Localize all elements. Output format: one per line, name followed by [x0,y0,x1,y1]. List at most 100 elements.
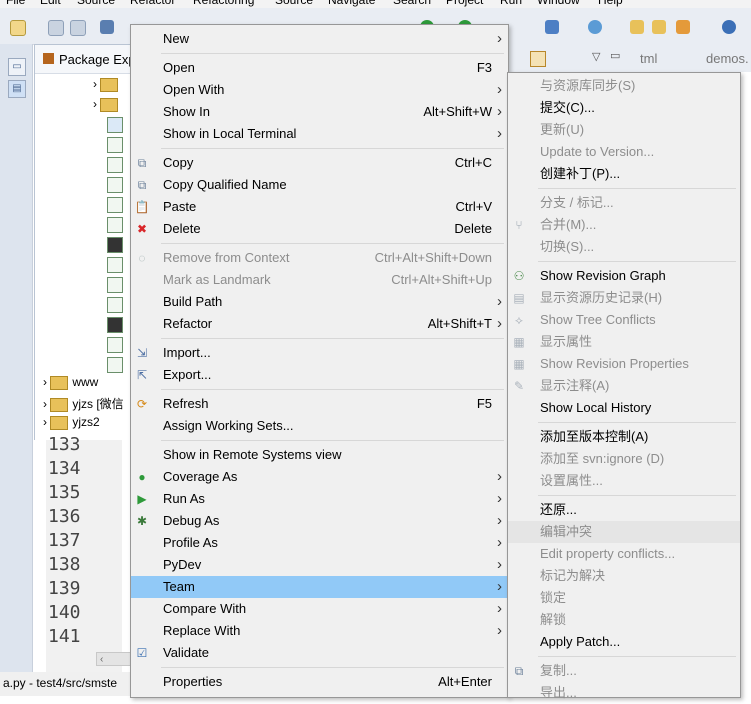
menu-item-label: Mark as Landmark [163,272,271,287]
project-folder-icon [50,397,69,412]
tree-project-www[interactable]: › www [43,375,98,390]
menu-item-coverage-as[interactable]: ● Coverage As › [131,466,508,488]
rocket-icon[interactable] [676,20,690,34]
tree-file[interactable] [107,237,127,253]
menubar-item[interactable]: Help [598,0,623,7]
menu-item-refactor[interactable]: Refactor Alt+Shift+T › [131,313,508,335]
terminal-icon[interactable] [100,20,114,34]
menu-item-import[interactable]: ⇲ Import... [131,342,508,364]
code-editor[interactable]: 133 134 135 136 137 138 139 140 141 [34,434,132,672]
menubar-item[interactable]: Run [500,0,522,7]
tree-file[interactable] [107,317,127,333]
menu-item-shortcut: Ctrl+Alt+Shift+Up [391,272,492,287]
editor-tab-demos[interactable]: demos. [706,51,749,66]
team-item-apply-patch[interactable]: Apply Patch... [508,631,740,653]
tree-folder[interactable]: › [93,97,122,112]
menu-item-show-in[interactable]: Show In Alt+Shift+W › [131,101,508,123]
menu-item-label: 切换(S)... [540,239,595,254]
menubar-item[interactable]: Project [446,0,483,7]
menubar-item[interactable]: Refactor [130,0,175,7]
view-menu-chevron-icon[interactable]: ▽ [592,50,600,63]
package-explorer-tab[interactable]: Package Exp [35,45,133,74]
tree-project-yjzs2[interactable]: › yjzs2 [43,415,100,430]
team-item-item-5: 分支 / 标记... [508,192,740,214]
menu-item-compare-with[interactable]: Compare With › [131,598,508,620]
editor-tab-html[interactable]: tml [640,51,657,66]
tree-file[interactable] [107,277,127,293]
tree-file[interactable] [107,217,127,233]
team-item-item-18[interactable]: 还原... [508,499,740,521]
tree-file[interactable] [107,157,127,173]
menu-item-label: 导出... [540,685,577,700]
new-icon[interactable] [10,20,26,36]
menu-item-shortcut: F3 [476,60,492,75]
menu-item-label: Export... [163,367,212,382]
package-explorer-mini-icon[interactable]: ▤ [8,80,26,98]
menu-separator [538,495,736,496]
restore-icon[interactable]: ▭ [8,58,26,76]
menu-item-open[interactable]: Open F3 [131,57,508,79]
team-item-c[interactable]: 提交(C)... [508,97,740,119]
menu-item-copy-qualified-name[interactable]: ⧉ Copy Qualified Name [131,174,508,196]
team-item-item-22: 锁定 [508,587,740,609]
tree-file[interactable] [107,177,127,193]
menubar-item[interactable]: File [6,0,25,7]
team-item-show-local-history[interactable]: Show Local History [508,397,740,419]
submenu-chevron-right-icon: › [497,293,502,310]
revision-properties-icon: ▦ [513,357,525,371]
folder-icon[interactable] [652,20,666,34]
team-item-p[interactable]: 创建补丁(P)... [508,163,740,185]
menubar-item[interactable]: Refactoring [193,0,254,7]
python-file-icon [107,217,123,233]
team-item-show-revision-graph[interactable]: ⚇ Show Revision Graph [508,265,740,287]
tree-folder[interactable]: › [93,77,122,92]
menu-item-show-in-remote-systems-view[interactable]: Show in Remote Systems view [131,444,508,466]
menubar-item[interactable]: Search [393,0,431,7]
menu-item-properties[interactable]: Properties Alt+Enter [131,671,508,693]
menu-item-validate[interactable]: ☑ Validate [131,642,508,664]
left-trim-bar: ▭ ▤ [0,44,33,674]
gear-icon[interactable] [588,20,602,34]
submenu-chevron-right-icon: › [497,490,502,507]
tree-file[interactable] [107,297,127,313]
globe-icon[interactable] [722,20,736,34]
menu-item-new[interactable]: New › [131,28,508,50]
menu-item-assign-working-sets[interactable]: Assign Working Sets... [131,415,508,437]
tree-file[interactable] [107,197,127,213]
minimize-icon[interactable]: ▭ [610,49,620,62]
package-icon[interactable] [545,20,559,34]
tree-file[interactable] [107,357,127,373]
menu-item-build-path[interactable]: Build Path › [131,291,508,313]
tree-file[interactable] [107,117,127,133]
menu-item-copy[interactable]: ⧉ Copy Ctrl+C [131,152,508,174]
save-icon[interactable] [48,20,64,36]
menu-item-run-as[interactable]: ▶ Run As › [131,488,508,510]
tree-file[interactable] [107,337,127,353]
menubar-item[interactable]: Source [77,0,115,7]
menu-item-export[interactable]: ⇱ Export... [131,364,508,386]
menubar-item[interactable]: Edit [40,0,61,7]
tree-project-yjzs[interactable]: › yjzs [微信 [43,395,124,412]
horizontal-scrollbar[interactable]: ‹ [96,652,131,666]
menu-item-debug-as[interactable]: ✱ Debug As › [131,510,508,532]
menu-item-open-with[interactable]: Open With › [131,79,508,101]
tree-file[interactable] [107,137,127,153]
menubar-item[interactable]: Source [275,0,313,7]
tree-file[interactable] [107,257,127,273]
team-item-a[interactable]: 添加至版本控制(A) [508,426,740,448]
link-icon[interactable] [530,51,546,67]
menu-item-team[interactable]: Team › [131,576,508,598]
menu-item-pydev[interactable]: PyDev › [131,554,508,576]
save-all-icon[interactable] [70,20,86,36]
menu-item-paste[interactable]: 📋 Paste Ctrl+V [131,196,508,218]
menu-item-replace-with[interactable]: Replace With › [131,620,508,642]
menu-item-refresh[interactable]: ⟳ Refresh F5 [131,393,508,415]
open-folder-icon[interactable] [630,20,644,34]
menu-item-delete[interactable]: ✖ Delete Delete [131,218,508,240]
menubar-item[interactable]: Window [537,0,580,7]
menu-item-profile-as[interactable]: Profile As › [131,532,508,554]
menu-item-label: 编辑冲突 [540,524,593,539]
menu-item-show-in-local-terminal[interactable]: Show in Local Terminal › [131,123,508,145]
menubar-item[interactable]: Navigate [328,0,375,7]
team-item-s: 切换(S)... [508,236,740,258]
